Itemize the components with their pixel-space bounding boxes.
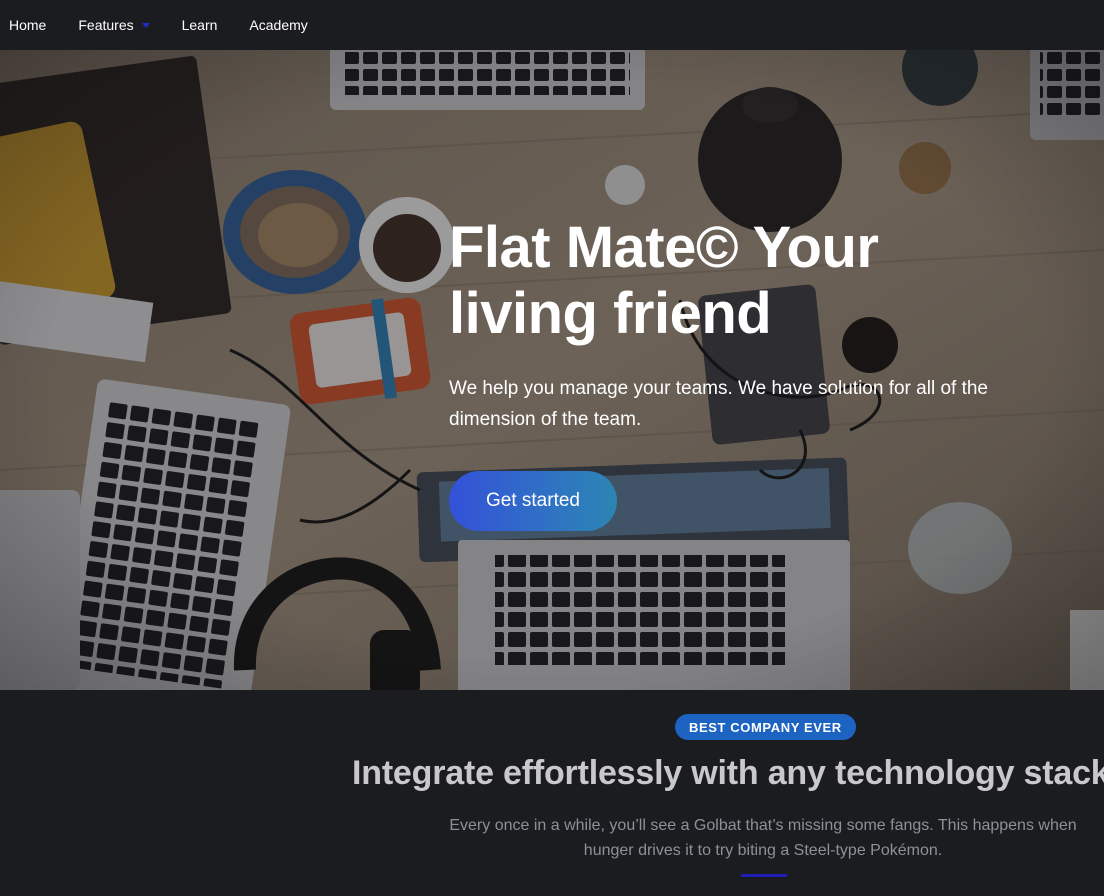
hero-title: Flat Mate© Your living friend xyxy=(449,215,879,346)
section-title: Integrate effortlessly with any technolo… xyxy=(352,754,1104,792)
chevron-down-icon xyxy=(141,23,150,28)
nav-features[interactable]: Features xyxy=(78,0,150,50)
hero-section: Flat Mate© Your living friend We help yo… xyxy=(0,50,1104,690)
hero-content: Flat Mate© Your living friend We help yo… xyxy=(449,215,1049,531)
nav-learn[interactable]: Learn xyxy=(182,0,218,50)
hero-subtitle: We help you manage your teams. We have s… xyxy=(449,378,988,430)
get-started-button[interactable]: Get started xyxy=(449,471,617,531)
section-divider xyxy=(741,874,787,877)
top-nav: Home Features Learn Academy xyxy=(0,0,1104,50)
nav-home[interactable]: Home xyxy=(9,0,46,50)
section-description: Every once in a while, you’ll see a Golb… xyxy=(449,817,1077,859)
feature-section: BEST COMPANY EVER Integrate effortlessly… xyxy=(0,690,1104,896)
section-badge: BEST COMPANY EVER xyxy=(675,714,856,740)
nav-features-label: Features xyxy=(78,17,134,33)
nav-academy[interactable]: Academy xyxy=(249,0,307,50)
